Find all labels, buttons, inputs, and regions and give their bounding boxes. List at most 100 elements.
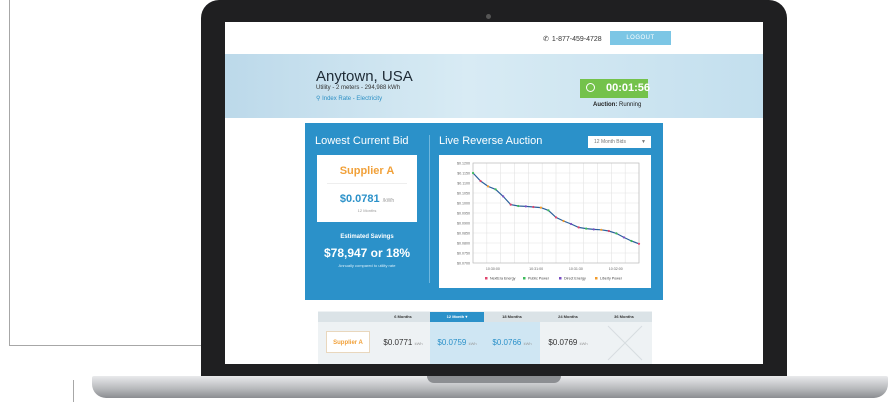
legend-swatch <box>595 277 598 280</box>
lowest-bid-term: 12 Months <box>357 208 377 213</box>
panel-divider <box>429 135 430 283</box>
bid-unit-24m: kWh <box>579 341 588 346</box>
data-point <box>486 185 490 188</box>
phone-icon: ✆ <box>543 36 549 43</box>
y-tick-label: $0.0950 <box>457 212 470 216</box>
y-tick-label: $0.1000 <box>457 202 470 206</box>
bid-value-6m: $0.0771 <box>383 338 413 347</box>
y-tick-label: $0.0800 <box>457 242 470 246</box>
data-point <box>554 216 558 219</box>
legend-swatch <box>523 277 526 280</box>
data-point <box>637 242 641 245</box>
bid-value-12m: $0.0759 <box>437 338 467 347</box>
screen: ✆ 1-877-459-4728 LOGOUT Anytown, USA Util… <box>225 22 763 364</box>
x-tick-label: 10:31:00 <box>529 267 543 271</box>
y-tick-label: $0.0850 <box>457 232 470 236</box>
logout-button[interactable]: LOGOUT <box>610 31 671 45</box>
bid-unit-18m: kWh <box>523 341 532 346</box>
index-rate-link[interactable]: ⚲ Index Rate - Electricity <box>316 95 382 102</box>
y-tick-label: $0.1150 <box>457 172 470 176</box>
y-tick-label: $0.1050 <box>457 192 470 196</box>
savings-note: Annually compared to utility rate <box>338 263 396 268</box>
data-point <box>532 205 535 209</box>
table-header-12m[interactable]: 12 Month ▾ <box>430 312 484 322</box>
table-header-24m[interactable]: 24 Months <box>540 312 596 322</box>
bid-value-24m: $0.0769 <box>548 338 578 347</box>
auction-status-label: Auction: <box>593 102 618 108</box>
hero-banner: Anytown, USA Utility - 2 meters - 294,98… <box>225 54 763 118</box>
lowest-bid-value: $0.0781 /kWh <box>317 193 417 205</box>
auction-panel: Lowest Current Bid Supplier A $0.0781 /k… <box>305 123 663 300</box>
lowest-bid-amount: $0.0781 <box>339 193 380 205</box>
auction-timer: 00:01:56 <box>580 79 651 98</box>
table-header-36m[interactable]: 36 Months <box>596 312 652 322</box>
bid-unit-6m: kWh <box>414 341 423 346</box>
city-title: Anytown, USA <box>316 68 413 85</box>
data-point <box>539 206 543 209</box>
camera <box>486 14 491 19</box>
table-header-12m-label: 12 Month <box>446 314 465 319</box>
x-tick-label: 10:31:30 <box>569 267 583 271</box>
bid-term-dropdown[interactable]: 12 Month Bids ▼ <box>588 136 651 148</box>
bid-cell-24m[interactable]: $0.0769 kWh <box>540 322 596 364</box>
table-header-18m[interactable]: 18 Months <box>484 312 540 322</box>
y-tick-label: $0.0700 <box>457 262 470 266</box>
phone-text: 1-877-459-4728 <box>551 36 602 43</box>
chevron-down-icon: ▼ <box>641 139 646 145</box>
data-point <box>622 236 626 239</box>
table-header-supplier <box>318 312 376 322</box>
dropdown-value: 12 Month Bids <box>594 139 626 145</box>
auction-status: Auction: Running <box>593 102 641 108</box>
data-point <box>509 203 512 206</box>
data-point <box>615 232 618 235</box>
y-tick-label: $0.1200 <box>457 162 470 166</box>
auction-status-value: Running <box>619 102 642 108</box>
auction-chart: $0.1200 $0.1150 $0.1100 $0.1050 $0.1000 $0.09… <box>439 155 651 288</box>
index-rate-text: Index Rate - Electricity <box>322 96 383 102</box>
data-point <box>607 229 610 233</box>
top-bar: ✆ 1-877-459-4728 LOGOUT <box>225 22 763 54</box>
data-point <box>600 228 603 231</box>
lowest-bid-unit: /kWh <box>382 198 395 204</box>
savings-label: Estimated Savings <box>340 234 394 240</box>
legend-swatch <box>485 277 488 280</box>
x-tick-label: 10:32:00 <box>609 267 623 271</box>
data-point <box>569 222 573 226</box>
y-tick-label: $0.1100 <box>457 182 470 186</box>
x-tick-label: 10:30:00 <box>486 267 500 271</box>
callout-line-bottom <box>73 380 74 402</box>
lowest-bid-supplier: Supplier A <box>339 165 395 177</box>
phone-number[interactable]: ✆ 1-877-459-4728 <box>543 35 602 43</box>
legend-label: Direct Energy <box>564 277 586 281</box>
laptop-notch <box>427 376 561 383</box>
clock-icon <box>586 83 595 92</box>
bid-cell-18m[interactable]: $0.0766 kWh <box>484 322 540 364</box>
sort-chevron-icon: ▾ <box>465 314 468 319</box>
y-tick-label: $0.0750 <box>457 252 470 256</box>
y-tick-label: $0.0900 <box>457 222 470 226</box>
table-header-6m[interactable]: 6 Months <box>376 312 430 322</box>
data-point <box>562 219 565 223</box>
legend-label: Liberty Power <box>600 277 623 281</box>
bid-value-18m: $0.0766 <box>492 338 522 347</box>
bid-unit-12m: kWh <box>468 341 477 346</box>
bid-cell-6m[interactable]: $0.0771 kWh <box>376 322 430 364</box>
meters-info: Utility - 2 meters - 294,988 kWh <box>316 85 401 91</box>
data-point <box>517 204 520 208</box>
savings-value: $78,947 or 18% <box>323 246 411 260</box>
data-point <box>479 179 482 183</box>
data-point <box>585 227 588 230</box>
lowest-bid-title: Lowest Current Bid <box>315 135 409 147</box>
bids-table: 6 Months 12 Month ▾ 18 Months 24 Months … <box>318 311 652 364</box>
auction-chart-svg: $0.1200 $0.1150 $0.1100 $0.1050 $0.1000 $0.09… <box>457 162 641 281</box>
data-point <box>630 239 633 243</box>
bid-cell-12m[interactable]: $0.0759 kWh <box>430 322 484 364</box>
lowest-bid-card: Supplier A $0.0781 /kWh 12 Months <box>317 155 417 222</box>
table-supplier-a[interactable]: Supplier A <box>326 331 370 353</box>
data-point <box>471 171 475 175</box>
card-divider <box>327 183 407 184</box>
timer-text: 00:01:56 <box>606 82 651 94</box>
data-point <box>494 188 497 191</box>
callout-line-left <box>9 0 10 346</box>
legend-label: NextEra Energy <box>490 277 516 281</box>
